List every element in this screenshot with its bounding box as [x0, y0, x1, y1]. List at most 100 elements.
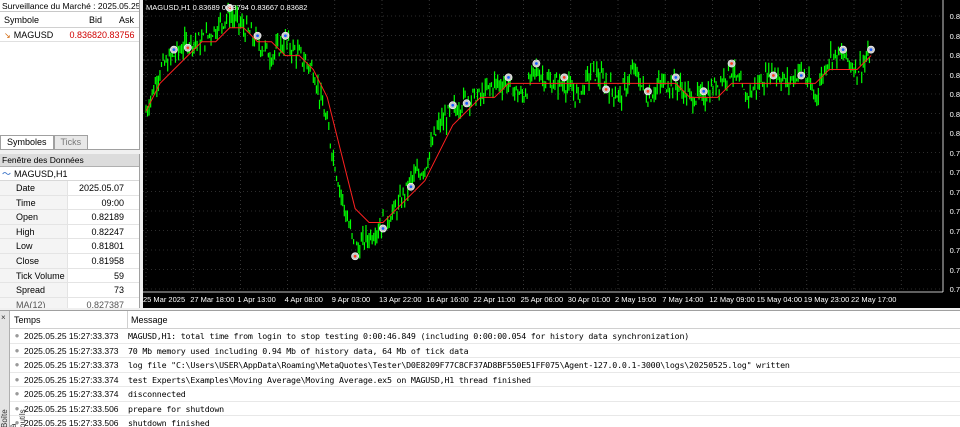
- market-watch-header: Symbole Bid Ask: [0, 12, 139, 28]
- price-tick-label: 0.8: [949, 12, 960, 21]
- journal-message: test Experts\Examples\Moving Average\Mov…: [128, 374, 531, 385]
- price-tick-label: 0.7: [949, 168, 960, 177]
- trade-marker-dot: [674, 76, 678, 79]
- price-tick-label: 0.8: [949, 70, 960, 80]
- close-icon[interactable]: ×: [1, 313, 6, 322]
- journal-line[interactable]: ● 2025.05.25 15:27:33.373 MAGUSD,H1: total…: [10, 329, 960, 344]
- data-row: Low 0.81801: [0, 239, 139, 254]
- data-row: Close 0.81958: [0, 253, 139, 269]
- journal-message: shutdown finished: [128, 418, 210, 427]
- data-key: High: [0, 224, 68, 239]
- ask-value: 0.83756: [102, 30, 135, 40]
- data-value: 0.81801: [91, 241, 124, 252]
- log-level-icon: ●: [14, 389, 20, 398]
- price-tick-label: 0.8: [949, 51, 960, 60]
- data-row: Tick Volume 59: [0, 268, 139, 284]
- journal-time: 2025.05.25 15:27:33.373: [24, 360, 119, 370]
- column-ask[interactable]: Ask: [102, 12, 138, 27]
- chart-ohlc-info: MAGUSD,H1 0.83689 0.83794 0.83667 0.8368…: [146, 3, 308, 12]
- column-message[interactable]: Message: [128, 311, 168, 328]
- log-level-icon: ●: [14, 360, 20, 369]
- trade-marker-dot: [646, 89, 650, 93]
- trade-marker-dot: [507, 76, 510, 79]
- data-key: Close: [0, 253, 68, 268]
- time-tick-label: 2 May 19:00: [615, 295, 657, 304]
- journal-message: 70 Mb memory used including 0.94 Mb of h…: [128, 345, 469, 356]
- journal-message: prepare for shutdown: [128, 403, 224, 414]
- journal-message: log file "C:\Users\USER\AppData\Roaming\…: [128, 360, 790, 370]
- time-tick-label: 9 Apr 03:00: [331, 295, 371, 304]
- journal-message: MAGUSD,H1: total time from login to stop…: [128, 331, 690, 341]
- data-key: Low: [0, 239, 68, 253]
- journal-time: 2025.05.25 15:27:33.506: [24, 403, 119, 414]
- trade-marker-dot: [409, 185, 413, 189]
- price-tick-label: 0.7: [949, 285, 960, 294]
- column-bid[interactable]: Bid: [68, 12, 102, 27]
- trend-down-icon: ↘: [4, 31, 11, 40]
- trade-marker-dot: [772, 74, 775, 77]
- trade-marker-dot: [353, 254, 357, 258]
- data-value: 0.81958: [91, 255, 124, 266]
- data-row: Time 09:00: [0, 195, 139, 211]
- journal-message: disconnected: [128, 389, 186, 399]
- data-row: High 0.82247: [0, 224, 139, 240]
- data-key: Time: [0, 195, 68, 210]
- data-key: Spread: [0, 283, 68, 297]
- trade-marker-dot: [256, 34, 259, 38]
- trade-marker-dot: [172, 48, 176, 52]
- trade-marker-dot: [381, 227, 385, 230]
- journal-time: 2025.05.25 15:27:33.374: [24, 374, 119, 385]
- time-tick-label: 13 Apr 22:00: [379, 295, 422, 304]
- chart-canvas[interactable]: [143, 0, 960, 308]
- time-tick-label: 25 Mar 2025: [143, 295, 186, 304]
- price-tick-label: 0.8: [949, 129, 960, 138]
- trade-marker-dot: [869, 48, 873, 52]
- bid-value: 0.83682: [69, 30, 102, 40]
- tab-ticks[interactable]: Ticks: [53, 135, 89, 149]
- tab-symbols[interactable]: Symboles: [0, 135, 54, 149]
- toolbox-panel: × Boîte à outils Temps Message ● 2025.05.…: [0, 310, 960, 427]
- data-value: 0.82189: [91, 212, 124, 223]
- journal-line[interactable]: ● 2025.05.25 15:27:33.373 log file "C:\Use…: [10, 358, 960, 373]
- data-row: Open 0.82189: [0, 210, 139, 225]
- symbol-row[interactable]: ↘ MAGUSD 0.83682 0.83756: [0, 28, 139, 42]
- data-key: Date: [0, 181, 68, 195]
- data-value: 2025.05.07: [78, 183, 124, 193]
- price-chart[interactable]: MAGUSD,H1 0.83689 0.83794 0.83667 0.8368…: [143, 0, 960, 308]
- price-tick-label: 0.7: [949, 207, 960, 216]
- journal-line[interactable]: ● 2025.05.25 15:27:33.373 70 Mb memory use…: [10, 344, 960, 358]
- time-tick-label: 1 Apr 13:00: [237, 295, 276, 304]
- column-time[interactable]: Temps: [10, 311, 128, 328]
- column-symbol[interactable]: Symbole: [0, 12, 68, 27]
- data-value: 0.82247: [91, 226, 124, 237]
- journal-time: 2025.05.25 15:27:33.373: [24, 345, 119, 356]
- time-tick-label: 7 May 14:00: [662, 295, 704, 304]
- time-tick-label: 4 Apr 08:00: [284, 295, 323, 304]
- price-tick-label: 0.7: [949, 226, 960, 236]
- toolbox-side-bar: × Boîte à outils: [0, 311, 27, 427]
- journal-line[interactable]: ● 2025.05.25 15:27:33.506 shutdown finishe…: [10, 416, 960, 427]
- trade-marker-dot: [730, 62, 733, 65]
- market-watch-title: Surveillance du Marché : 2025.05.25: [0, 0, 139, 12]
- market-watch-tabs: Symboles Ticks: [0, 135, 89, 149]
- time-tick-label: 12 May 09:00: [709, 295, 755, 304]
- trade-marker-dot: [186, 46, 190, 50]
- time-tick-label: 19 May 23:00: [803, 295, 850, 304]
- data-value: 59: [113, 270, 124, 281]
- data-key: Tick Volume: [0, 268, 68, 283]
- data-row: Spread 73: [0, 283, 139, 298]
- trade-marker-dot: [284, 34, 287, 38]
- journal-line[interactable]: ● 2025.05.25 15:27:33.506 prepare for shut…: [10, 402, 960, 416]
- price-tick-label: 0.7: [949, 187, 960, 197]
- log-level-icon: ●: [14, 374, 20, 384]
- trade-marker-dot: [702, 89, 706, 93]
- journal-lines: ● 2025.05.25 15:27:33.373 MAGUSD,H1: total…: [10, 329, 960, 427]
- time-tick-label: 30 Apr 01:00: [567, 295, 611, 304]
- journal-line[interactable]: ● 2025.05.25 15:27:33.374 disconnected: [10, 387, 960, 402]
- journal-line[interactable]: ● 2025.05.25 15:27:33.374 test Experts\Exa…: [10, 373, 960, 387]
- trade-marker-dot: [451, 103, 455, 107]
- log-level-icon: ●: [14, 345, 20, 355]
- trade-marker-dot: [799, 74, 803, 77]
- data-key: MA(12): [0, 297, 68, 308]
- data-value: 73: [113, 285, 124, 296]
